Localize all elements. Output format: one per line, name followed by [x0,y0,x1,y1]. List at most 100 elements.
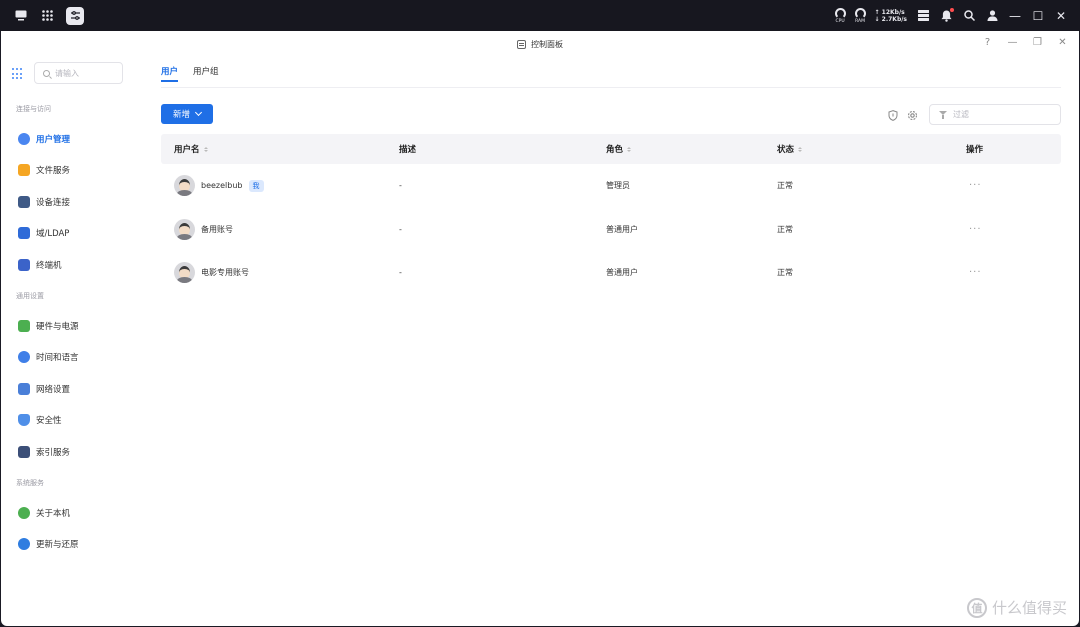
sort-icon [203,146,208,152]
control-panel-taskbar-icon[interactable] [66,6,84,25]
window-titlebar[interactable]: 控制面板 ? — ❐ ✕ [1,31,1079,57]
folder-icon [18,164,30,176]
role: 管理员 [606,181,630,191]
description: - [399,224,402,234]
clock-icon [18,351,30,363]
upload-speed: ↑ 12Kb/s [874,8,905,16]
sidebar-item-label: 文件服务 [36,166,71,176]
column-header-status[interactable]: 状态 [777,134,803,164]
watermark: 值 什么值得买 [966,597,1067,618]
settings-gear-icon[interactable] [907,110,918,121]
control-panel-icon [517,39,526,49]
sidebar-item-update-restore[interactable]: 更新与还原 [18,536,79,552]
network-icon [18,383,30,395]
network-speed[interactable]: ↑ 12Kb/s ↓ 2.7Kb/s [875,9,907,23]
sidebar-item-label: 硬件与电源 [36,322,79,332]
user-icon [18,133,30,145]
system-minimize-icon[interactable]: — [1008,9,1022,23]
filter-placeholder: 过滤 [953,110,969,119]
username: beezelbub [201,181,243,191]
table-header: 用户名 描述 角色 状态 操作 [161,134,1061,164]
sidebar-item-label: 关于本机 [36,509,71,519]
minimize-button[interactable]: — [1006,37,1019,48]
sidebar-item-hardware-power[interactable]: 硬件与电源 [18,318,79,334]
section-title-general: 通用设置 [16,292,44,300]
global-search-icon[interactable] [962,9,976,23]
column-header-role[interactable]: 角色 [606,134,632,164]
more-actions-button[interactable]: ··· [969,251,982,295]
help-button[interactable]: ? [981,37,994,48]
username: 备用账号 [201,224,233,234]
sidebar-item-network[interactable]: 网络设置 [18,381,70,397]
sidebar-item-label: 终端机 [36,261,62,271]
tab-bar: 用户 用户组 [161,65,219,82]
apps-grid-icon[interactable] [12,68,24,80]
sidebar-item-index-service[interactable]: 索引服务 [18,444,70,460]
system-taskbar: CPU RAM ↑ 12Kb/s ↓ 2.7Kb/s — ☐ ✕ [0,0,1080,31]
ram-gauge[interactable]: RAM [854,7,866,24]
permission-shield-icon[interactable] [887,110,898,121]
role: 普通用户 [606,268,638,278]
device-icon [18,196,30,208]
sidebar-item-time-language[interactable]: 时间和语言 [18,349,79,365]
info-icon [18,507,30,519]
sidebar-item-device-connection[interactable]: 设备连接 [18,194,70,210]
add-button-label: 新增 [172,110,190,120]
download-speed: ↓ 2.7Kb/s [874,15,907,23]
tab-users[interactable]: 用户 [161,65,179,82]
sidebar-item-label: 安全性 [36,416,62,426]
user-account-icon[interactable] [985,9,999,23]
section-title-system: 系统服务 [16,479,44,487]
watermark-logo: 值 [966,597,987,618]
tab-user-groups[interactable]: 用户组 [193,65,219,82]
description: - [399,268,402,278]
app-launcher-icon[interactable] [40,9,54,23]
sidebar-item-label: 域/LDAP [36,229,70,239]
sidebar-item-about[interactable]: 关于本机 [18,505,70,521]
more-actions-button[interactable]: ··· [969,164,982,208]
status: 正常 [777,181,793,191]
system-close-icon[interactable]: ✕ [1054,9,1068,23]
current-user-badge: 我 [248,179,264,192]
section-title-connect: 连接与访问 [16,105,51,113]
system-maximize-icon[interactable]: ☐ [1031,9,1045,23]
avatar [174,175,195,197]
sidebar-item-security[interactable]: 安全性 [18,412,62,428]
close-button[interactable]: ✕ [1056,37,1069,48]
sidebar: 请输入 连接与访问 用户管理 文件服务 设备连接 域/LDAP 终端机 通用设置… [1,57,141,626]
sidebar-search-input[interactable]: 请输入 [34,62,123,84]
sidebar-item-label: 索引服务 [36,448,71,458]
domain-icon [18,227,30,239]
column-header-username[interactable]: 用户名 [174,134,208,164]
cpu-gauge[interactable]: CPU [834,7,846,24]
table-row[interactable]: 备用账号 - 普通用户 正常 ··· [161,208,1061,252]
users-table: 用户名 描述 角色 状态 操作 beezelbub 我 - 管理员 正常 ···… [161,134,1061,295]
server-status-icon[interactable] [916,9,930,23]
role: 普通用户 [606,224,638,234]
main-content: 用户 用户组 新增 过滤 用户名 描述 角色 状态 操作 beezelbub 我… [161,57,1061,626]
more-actions-button[interactable]: ··· [969,208,982,252]
table-row[interactable]: beezelbub 我 - 管理员 正常 ··· [161,164,1061,208]
status: 正常 [777,268,793,278]
sidebar-item-label: 时间和语言 [36,353,79,363]
sidebar-item-label: 用户管理 [36,135,71,145]
sidebar-item-domain-ldap[interactable]: 域/LDAP [18,225,69,241]
description: - [399,181,402,191]
table-row[interactable]: 电影专用账号 - 普通用户 正常 ··· [161,251,1061,295]
sidebar-item-label: 设备连接 [36,198,71,208]
sidebar-search-placeholder: 请输入 [55,68,79,78]
control-panel-window: 控制面板 ? — ❐ ✕ 请输入 连接与访问 用户管理 文件服务 设备连接 域/… [1,31,1079,626]
notification-bell-icon[interactable] [939,7,954,23]
filter-input[interactable]: 过滤 [929,104,1061,125]
sidebar-item-file-services[interactable]: 文件服务 [18,162,70,178]
cpu-gauge-icon [834,7,846,19]
desktop-icon[interactable] [14,9,28,23]
update-icon [18,538,30,550]
sidebar-item-user-management[interactable]: 用户管理 [18,131,70,147]
restore-button[interactable]: ❐ [1031,37,1044,48]
username: 电影专用账号 [201,268,249,278]
search-icon [43,69,50,77]
add-user-button[interactable]: 新增 [161,104,213,124]
column-header-description: 描述 [399,145,417,155]
sidebar-item-terminal[interactable]: 终端机 [18,257,62,273]
